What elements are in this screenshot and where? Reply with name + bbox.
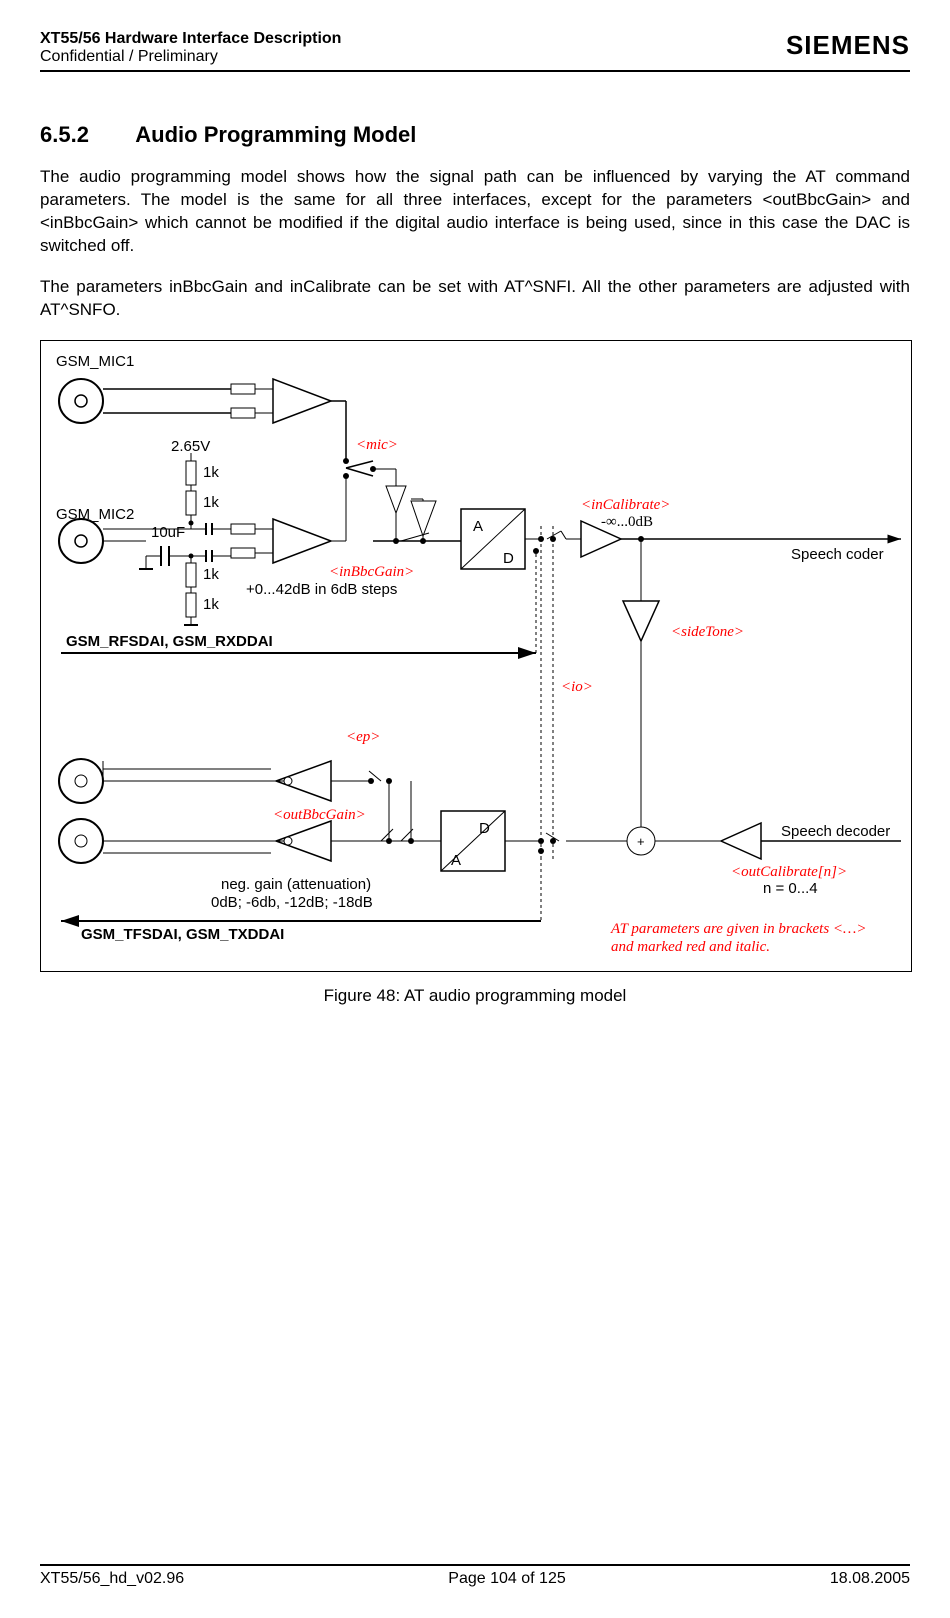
label-speech-coder: Speech coder bbox=[791, 546, 884, 563]
section-title: Audio Programming Model bbox=[135, 122, 416, 147]
section-number: 6.5.2 bbox=[40, 122, 130, 148]
label-da-d: D bbox=[479, 820, 490, 837]
label-1k-b: 1k bbox=[203, 494, 219, 511]
label-incalibrate: <inCalibrate> bbox=[581, 497, 670, 513]
label-outbbcgain: <outBbcGain> bbox=[273, 807, 366, 823]
label-1k-d: 1k bbox=[203, 596, 219, 613]
svg-text:+: + bbox=[637, 834, 645, 849]
label-inbbcgain: <inBbcGain> bbox=[329, 564, 414, 580]
figure-48-diagram: GSM_MIC1 2.65V 1k 1k bbox=[40, 340, 912, 972]
footer-center: Page 104 of 125 bbox=[448, 1570, 565, 1588]
label-gsm-tfsdai: GSM_TFSDAI, GSM_TXDDAI bbox=[81, 926, 284, 943]
label-speech-decoder: Speech decoder bbox=[781, 823, 890, 840]
paragraph-1: The audio programming model shows how th… bbox=[40, 166, 910, 258]
label-mic: <mic> bbox=[356, 437, 398, 453]
label-neg-gain-1: neg. gain (attenuation) bbox=[221, 876, 371, 893]
label-inbbcgain-note: +0...42dB in 6dB steps bbox=[246, 581, 397, 598]
label-gsm-mic1: GSM_MIC1 bbox=[56, 353, 134, 370]
label-sidetone: <sideTone> bbox=[671, 624, 744, 640]
label-ad-a: A bbox=[473, 518, 483, 535]
label-ad-d: D bbox=[503, 550, 514, 567]
label-ep: <ep> bbox=[346, 729, 380, 745]
doc-subtitle: Confidential / Preliminary bbox=[40, 48, 341, 66]
siemens-logo: SIEMENS bbox=[786, 30, 910, 61]
label-at-note-1: AT parameters are given in brackets <…> bbox=[610, 921, 867, 937]
label-at-note-2: and marked red and italic. bbox=[611, 939, 770, 955]
page-header: XT55/56 Hardware Interface Description C… bbox=[40, 30, 910, 72]
label-1k-a: 1k bbox=[203, 464, 219, 481]
footer-right: 18.08.2005 bbox=[830, 1570, 910, 1588]
paragraph-2: The parameters inBbcGain and inCalibrate… bbox=[40, 276, 910, 322]
header-left: XT55/56 Hardware Interface Description C… bbox=[40, 30, 341, 66]
label-incalibrate-note: -∞...0dB bbox=[601, 514, 653, 530]
label-neg-gain-2: 0dB; -6db, -12dB; -18dB bbox=[211, 894, 373, 911]
section-heading: 6.5.2 Audio Programming Model bbox=[40, 122, 910, 148]
label-outcalibrate-note: n = 0...4 bbox=[763, 880, 818, 897]
label-1k-c: 1k bbox=[203, 566, 219, 583]
label-outcalibrate: <outCalibrate[n]> bbox=[731, 864, 847, 880]
label-10uf: 10uF bbox=[151, 524, 185, 541]
figure-caption: Figure 48: AT audio programming model bbox=[40, 986, 910, 1006]
doc-title: XT55/56 Hardware Interface Description bbox=[40, 30, 341, 48]
label-gsm-mic2: GSM_MIC2 bbox=[56, 506, 134, 523]
label-io: <io> bbox=[561, 679, 593, 695]
footer-left: XT55/56_hd_v02.96 bbox=[40, 1570, 184, 1588]
label-gsm-rfsdai: GSM_RFSDAI, GSM_RXDDAI bbox=[66, 633, 273, 650]
label-da-a: A bbox=[451, 852, 461, 869]
label-2-65v: 2.65V bbox=[171, 438, 210, 455]
page-footer: XT55/56_hd_v02.96 Page 104 of 125 18.08.… bbox=[40, 1564, 910, 1588]
